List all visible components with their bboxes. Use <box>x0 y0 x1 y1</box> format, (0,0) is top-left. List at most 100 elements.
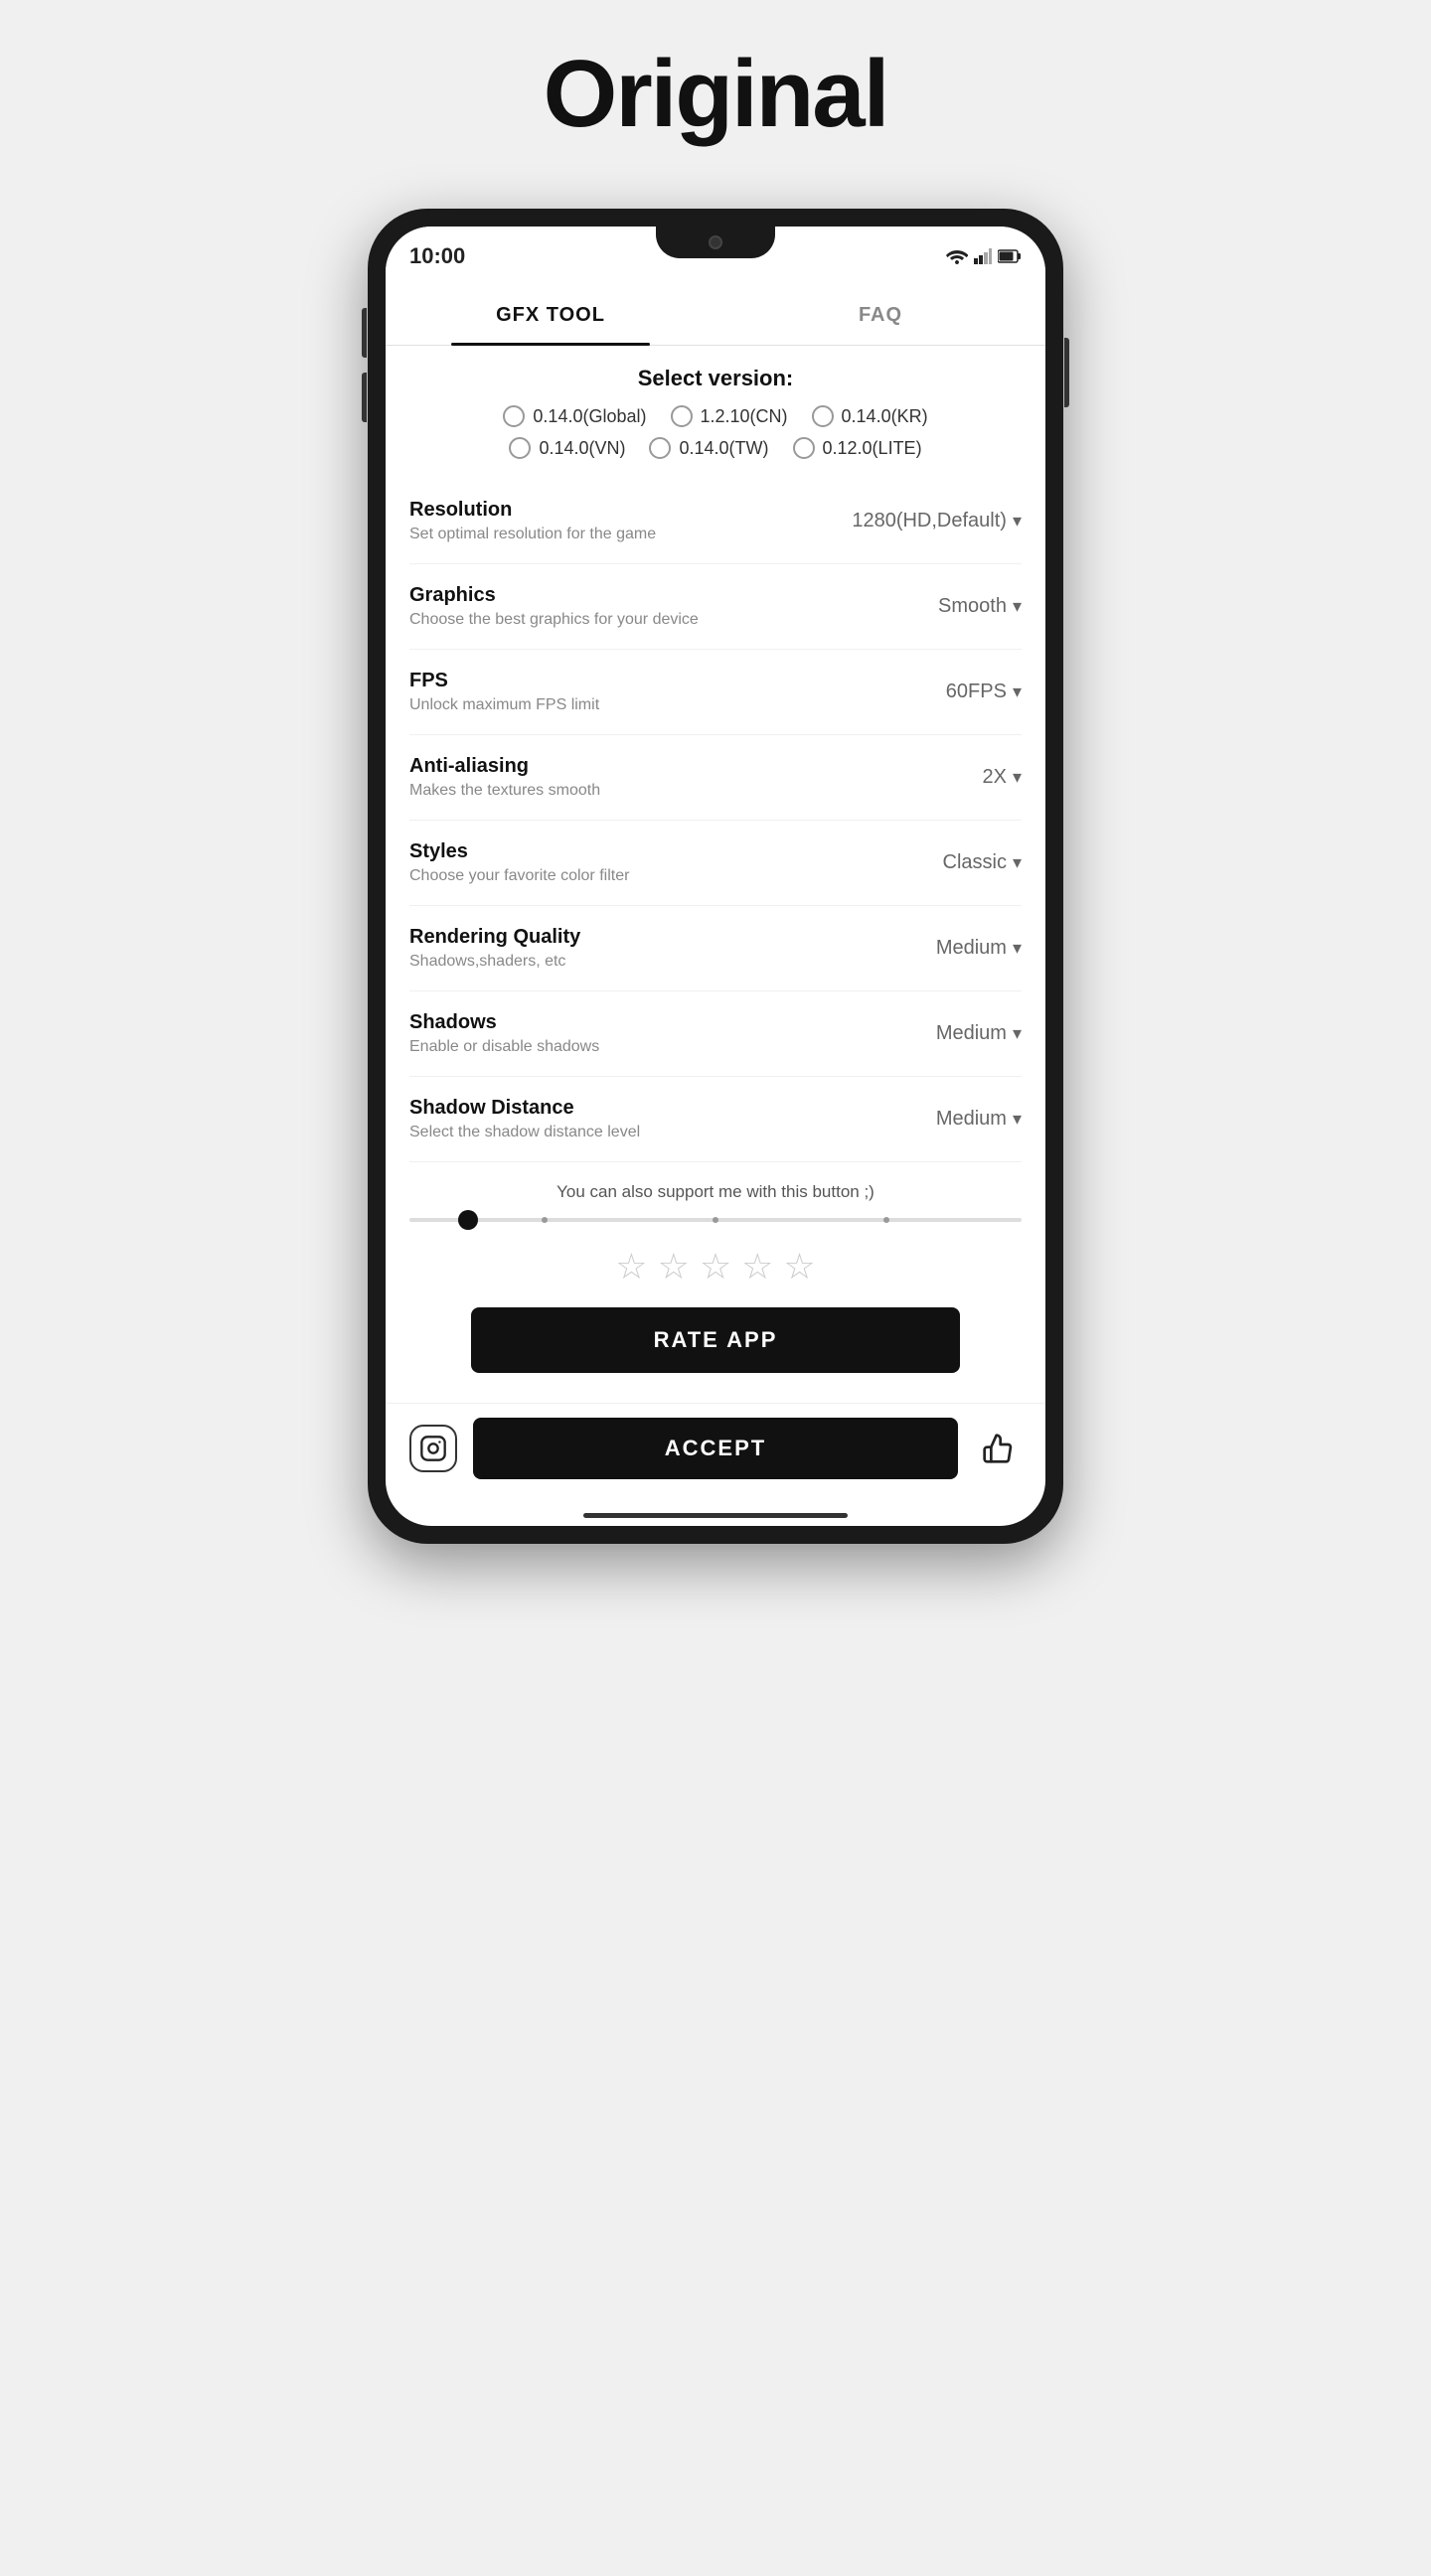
shadow-distance-label: Shadow Distance <box>409 1097 882 1120</box>
antialiasing-desc: Makes the textures smooth <box>409 782 882 800</box>
rendering-quality-chevron: ▾ <box>1013 938 1022 959</box>
fps-label: FPS <box>409 670 882 692</box>
page-title: Original <box>544 40 888 149</box>
home-indicator <box>583 1513 848 1518</box>
setting-shadow-distance: Shadow Distance Select the shadow distan… <box>409 1077 1022 1162</box>
version-tw[interactable]: 0.14.0(TW) <box>649 437 768 459</box>
shadow-distance-value: Medium <box>936 1108 1007 1131</box>
version-title: Select version: <box>409 366 1022 391</box>
vol-up-button <box>362 308 367 358</box>
slider-dot-2 <box>713 1217 718 1223</box>
antialiasing-value: 2X <box>982 766 1006 789</box>
fps-desc: Unlock maximum FPS limit <box>409 696 882 714</box>
version-kr[interactable]: 0.14.0(KR) <box>812 405 928 427</box>
tab-bar: GFX TOOL FAQ <box>386 286 1045 346</box>
version-section: Select version: 0.14.0(Global) 1.2.10(CN… <box>386 346 1045 479</box>
bottom-bar: ACCEPT <box>386 1403 1045 1507</box>
star-2[interactable]: ☆ <box>658 1246 690 1288</box>
resolution-value: 1280(HD,Default) <box>852 510 1007 532</box>
styles-control[interactable]: Classic ▾ <box>882 851 1022 874</box>
version-row-2: 0.14.0(VN) 0.14.0(TW) 0.12.0(LITE) <box>409 437 1022 459</box>
phone-notch <box>656 227 775 258</box>
shadow-distance-control[interactable]: Medium ▾ <box>882 1108 1022 1131</box>
rendering-quality-label: Rendering Quality <box>409 926 882 949</box>
star-1[interactable]: ☆ <box>615 1246 647 1288</box>
setting-resolution: Resolution Set optimal resolution for th… <box>409 479 1022 564</box>
phone-frame: 10:00 <box>368 209 1063 1544</box>
status-bar: 10:00 <box>386 227 1045 286</box>
version-lite[interactable]: 0.12.0(LITE) <box>793 437 922 459</box>
resolution-control[interactable]: 1280(HD,Default) ▾ <box>852 510 1022 532</box>
support-section: You can also support me with this button… <box>386 1162 1045 1403</box>
rendering-quality-value: Medium <box>936 937 1007 960</box>
radio-cn[interactable] <box>671 405 693 427</box>
styles-label: Styles <box>409 840 882 863</box>
stars-row[interactable]: ☆ ☆ ☆ ☆ ☆ <box>409 1246 1022 1288</box>
resolution-chevron: ▾ <box>1013 511 1022 531</box>
graphics-control[interactable]: Smooth ▾ <box>882 595 1022 618</box>
antialiasing-label: Anti-aliasing <box>409 755 882 778</box>
slider-dot-3 <box>883 1217 889 1223</box>
setting-shadows: Shadows Enable or disable shadows Medium… <box>409 991 1022 1077</box>
shadow-distance-desc: Select the shadow distance level <box>409 1124 882 1141</box>
instagram-button[interactable] <box>409 1425 457 1472</box>
support-text: You can also support me with this button… <box>409 1182 1022 1202</box>
status-icons <box>946 248 1022 264</box>
fps-value: 60FPS <box>946 681 1007 703</box>
tab-faq[interactable]: FAQ <box>716 286 1045 345</box>
accept-button[interactable]: ACCEPT <box>473 1418 958 1479</box>
radio-global[interactable] <box>503 405 525 427</box>
rendering-quality-control[interactable]: Medium ▾ <box>882 937 1022 960</box>
star-3[interactable]: ☆ <box>700 1246 731 1288</box>
version-row-1: 0.14.0(Global) 1.2.10(CN) 0.14.0(KR) <box>409 405 1022 427</box>
radio-kr[interactable] <box>812 405 834 427</box>
tab-gfx-tool[interactable]: GFX TOOL <box>386 286 716 345</box>
graphics-chevron: ▾ <box>1013 596 1022 617</box>
graphics-desc: Choose the best graphics for your device <box>409 611 882 629</box>
graphics-value: Smooth <box>938 595 1007 618</box>
wifi-icon <box>946 248 968 264</box>
graphics-label: Graphics <box>409 584 882 607</box>
version-global[interactable]: 0.14.0(Global) <box>503 405 646 427</box>
version-cn[interactable]: 1.2.10(CN) <box>671 405 788 427</box>
fps-chevron: ▾ <box>1013 682 1022 702</box>
resolution-desc: Set optimal resolution for the game <box>409 526 852 543</box>
slider-dots <box>409 1217 1022 1223</box>
setting-graphics: Graphics Choose the best graphics for yo… <box>409 564 1022 650</box>
rendering-quality-desc: Shadows,shaders, etc <box>409 953 882 971</box>
instagram-icon <box>419 1435 447 1462</box>
star-4[interactable]: ☆ <box>741 1246 773 1288</box>
fps-control[interactable]: 60FPS ▾ <box>882 681 1022 703</box>
radio-vn[interactable] <box>509 437 531 459</box>
vol-down-button <box>362 373 367 422</box>
battery-icon <box>998 249 1022 263</box>
rate-app-button[interactable]: RATE APP <box>471 1307 961 1373</box>
shadows-label: Shadows <box>409 1011 882 1034</box>
styles-desc: Choose your favorite color filter <box>409 867 882 885</box>
radio-tw[interactable] <box>649 437 671 459</box>
camera <box>709 235 722 249</box>
thumbs-up-icon <box>982 1433 1014 1464</box>
shadows-desc: Enable or disable shadows <box>409 1038 882 1056</box>
shadows-control[interactable]: Medium ▾ <box>882 1022 1022 1045</box>
settings-list: Resolution Set optimal resolution for th… <box>386 479 1045 1162</box>
setting-rendering-quality: Rendering Quality Shadows,shaders, etc M… <box>409 906 1022 991</box>
shadows-value: Medium <box>936 1022 1007 1045</box>
setting-fps: FPS Unlock maximum FPS limit 60FPS ▾ <box>409 650 1022 735</box>
shadows-chevron: ▾ <box>1013 1023 1022 1044</box>
phone-screen: 10:00 <box>386 227 1045 1526</box>
setting-antialiasing: Anti-aliasing Makes the textures smooth … <box>409 735 1022 821</box>
star-5[interactable]: ☆ <box>783 1246 815 1288</box>
slider-dot-1 <box>542 1217 548 1223</box>
antialiasing-control[interactable]: 2X ▾ <box>882 766 1022 789</box>
antialiasing-chevron: ▾ <box>1013 767 1022 788</box>
styles-chevron: ▾ <box>1013 852 1022 873</box>
setting-styles: Styles Choose your favorite color filter… <box>409 821 1022 906</box>
support-slider[interactable] <box>409 1218 1022 1222</box>
like-button[interactable] <box>974 1425 1022 1472</box>
radio-lite[interactable] <box>793 437 815 459</box>
shadow-distance-chevron: ▾ <box>1013 1109 1022 1130</box>
version-vn[interactable]: 0.14.0(VN) <box>509 437 625 459</box>
styles-value: Classic <box>943 851 1007 874</box>
status-time: 10:00 <box>409 243 465 269</box>
